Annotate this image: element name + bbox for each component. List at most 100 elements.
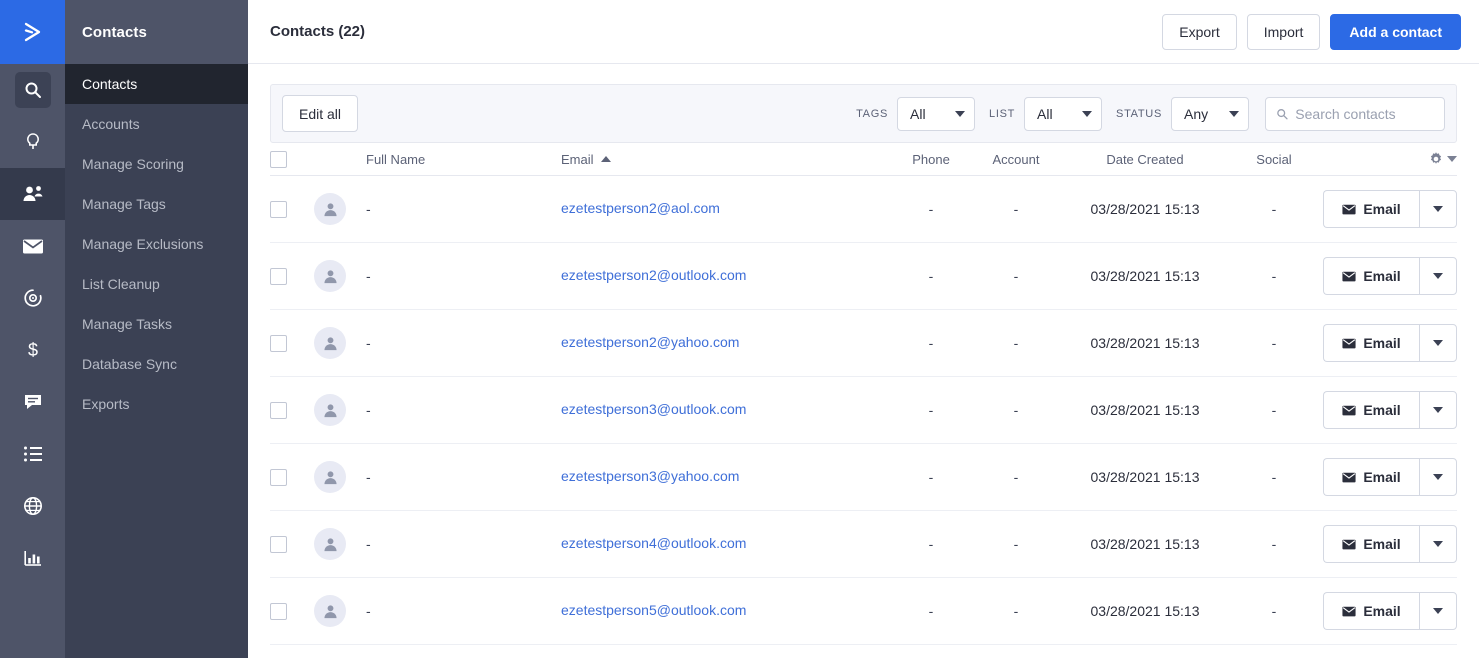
email-link[interactable]: ezetestperson3@yahoo.com [561,468,739,484]
rail-item-contacts[interactable] [0,168,65,220]
chevron-down-icon [1433,541,1443,547]
cell-date-created: 03/28/2021 15:13 [1090,536,1200,552]
sidebar-item-label: List Cleanup [82,276,160,292]
sort-ascending-icon [600,156,611,162]
table-row[interactable]: - ezetestperson2@aol.com - - 03/28/2021 … [270,176,1457,243]
filter-list-select[interactable]: All [1024,96,1103,131]
sidebar-item-manage-tags[interactable]: Manage Tags [65,184,248,224]
table-row[interactable]: - ezetestperson2@outlook.com - - 03/28/2… [270,243,1457,310]
cell-full-name: - [366,268,371,284]
cell-full-name: - [366,603,371,619]
sidebar-item-label: Database Sync [82,356,177,372]
rail-item-automations[interactable] [0,272,65,324]
email-dropdown-button[interactable] [1419,592,1457,630]
filter-tags-select[interactable]: All [897,96,975,131]
email-dropdown-button[interactable] [1419,391,1457,429]
filter-status-select[interactable]: Any [1171,96,1249,131]
cell-account: - [1013,603,1019,619]
sidebar-item-database-sync[interactable]: Database Sync [65,344,248,384]
rail-item-lists[interactable] [0,428,65,480]
rail-item-insights[interactable] [0,116,65,168]
row-checkbox[interactable] [270,267,287,285]
cell-social: - [1271,603,1277,619]
rail-item-deals[interactable]: $ [0,324,65,376]
person-icon [323,470,337,484]
email-dropdown-button[interactable] [1419,190,1457,228]
rail-item-search[interactable] [0,64,65,116]
email-link[interactable]: ezetestperson4@outlook.com [561,535,746,551]
sidebar-item-manage-tasks[interactable]: Manage Tasks [65,304,248,344]
filter-list-value: All [1037,105,1053,122]
row-checkbox[interactable] [270,334,287,352]
column-header-date-created[interactable]: Date Created [1061,152,1229,167]
column-header-account[interactable]: Account [971,152,1061,167]
email-action-button[interactable]: Email [1323,525,1419,563]
sidebar-item-contacts[interactable]: Contacts [65,64,248,104]
column-header-phone[interactable]: Phone [891,152,971,167]
email-link[interactable]: ezetestperson2@yahoo.com [561,334,739,350]
dollar-icon: $ [27,340,37,360]
rail-item-website[interactable] [0,480,65,532]
email-split-button: Email [1323,458,1457,496]
email-link[interactable]: ezetestperson3@outlook.com [561,401,746,417]
filter-tags-value: All [910,105,926,122]
email-action-label: Email [1363,402,1401,418]
person-icon [323,403,337,417]
add-contact-button[interactable]: Add a contact [1330,13,1461,50]
email-action-button[interactable]: Email [1323,458,1419,496]
row-checkbox[interactable] [270,401,287,419]
sidebar-item-manage-scoring[interactable]: Manage Scoring [65,144,248,184]
column-settings-button[interactable] [1428,151,1457,167]
table-row[interactable]: - ezetestperson5@outlook.com - - 03/28/2… [270,578,1457,645]
edit-all-button[interactable]: Edit all [282,95,359,132]
table-row[interactable]: - ezetestperson4@outlook.com - - 03/28/2… [270,511,1457,578]
cell-account: - [1013,268,1019,284]
envelope-icon [1342,338,1356,349]
email-action-button[interactable]: Email [1323,324,1419,362]
email-link[interactable]: ezetestperson2@aol.com [561,200,720,216]
import-button[interactable]: Import [1246,13,1321,50]
email-dropdown-button[interactable] [1419,458,1457,496]
table-row[interactable]: - ezetestperson3@yahoo.com - - 03/28/202… [270,444,1457,511]
row-avatar-cell [314,595,366,627]
app-logo[interactable] [0,0,65,64]
search-contacts-box[interactable] [1265,96,1445,131]
avatar [314,461,346,493]
email-action-button[interactable]: Email [1323,257,1419,295]
sidebar-item-list-cleanup[interactable]: List Cleanup [65,264,248,304]
email-action-button[interactable]: Email [1323,190,1419,228]
email-split-button: Email [1323,324,1457,362]
table-row[interactable]: - ezetestperson3@outlook.com - - 03/28/2… [270,377,1457,444]
email-link[interactable]: ezetestperson2@outlook.com [561,267,746,283]
row-checkbox[interactable] [270,468,287,486]
cell-social: - [1271,469,1277,485]
select-all-checkbox[interactable] [270,150,287,168]
column-header-email[interactable]: Email [561,152,891,167]
sidebar-item-exports[interactable]: Exports [65,384,248,424]
top-bar: Contacts (22) Export Import Add a contac… [248,0,1479,64]
table-row[interactable]: - ezetestperson2@yahoo.com - - 03/28/202… [270,310,1457,377]
chevron-down-icon [1433,407,1443,413]
email-dropdown-button[interactable] [1419,525,1457,563]
sidebar-item-accounts[interactable]: Accounts [65,104,248,144]
cell-phone: - [928,402,934,418]
rail-item-conversations[interactable] [0,376,65,428]
email-action-button[interactable]: Email [1323,391,1419,429]
row-checkbox[interactable] [270,602,287,620]
column-header-social[interactable]: Social [1229,152,1319,167]
export-button[interactable]: Export [1162,13,1237,50]
email-dropdown-button[interactable] [1419,324,1457,362]
column-header-full-name[interactable]: Full Name [366,152,561,167]
search-input[interactable] [1295,105,1434,122]
email-link[interactable]: ezetestperson5@outlook.com [561,602,746,618]
rail-item-reports[interactable] [0,532,65,584]
rail-item-campaigns[interactable] [0,220,65,272]
envelope-icon [1342,204,1356,215]
row-select-cell [270,401,314,419]
filter-status-value: Any [1184,105,1209,122]
row-checkbox[interactable] [270,200,287,218]
sidebar-item-manage-exclusions[interactable]: Manage Exclusions [65,224,248,264]
email-dropdown-button[interactable] [1419,257,1457,295]
email-action-button[interactable]: Email [1323,592,1419,630]
row-checkbox[interactable] [270,535,287,553]
